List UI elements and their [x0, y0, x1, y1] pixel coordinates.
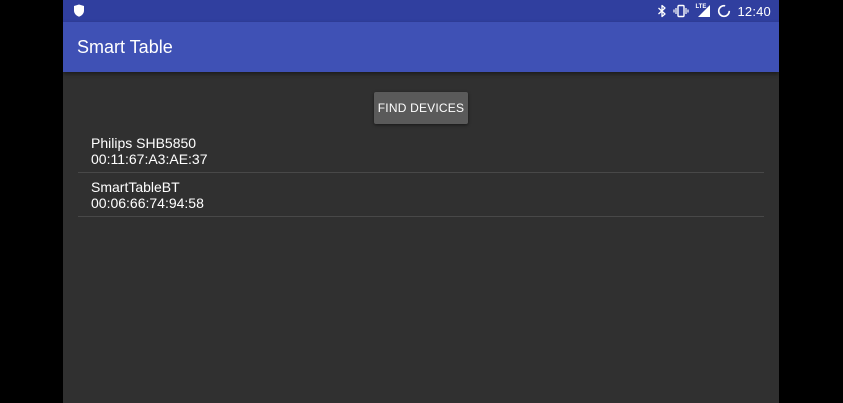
status-icons: LTE 12:40: [657, 0, 771, 22]
bluetooth-icon: [657, 4, 667, 18]
device-address: 00:06:66:74:94:58: [91, 195, 204, 211]
signal-icon: LTE: [695, 4, 711, 18]
shield-icon: [73, 4, 85, 22]
app-bar: Smart Table: [63, 22, 779, 72]
list-item[interactable]: SmartTableBT 00:06:66:74:94:58: [78, 173, 764, 217]
find-devices-button-label: FIND DEVICES: [377, 101, 465, 115]
status-bar: LTE 12:40: [63, 0, 779, 22]
device-name: Philips SHB5850: [91, 135, 197, 151]
app-title: Smart Table: [77, 37, 173, 57]
vibrate-icon: [673, 4, 690, 18]
find-devices-button[interactable]: FIND DEVICES: [374, 92, 468, 124]
device-list: Philips SHB5850 00:11:67:A3:AE:37 SmartT…: [78, 129, 764, 217]
main-content: FIND DEVICES Philips SHB5850 00:11:67:A3…: [63, 72, 779, 403]
battery-charging-icon: [717, 4, 731, 18]
status-time: 12:40: [737, 3, 771, 19]
list-item[interactable]: Philips SHB5850 00:11:67:A3:AE:37: [78, 129, 764, 173]
device-screen: LTE 12:40 Smart Table FIND DEVICES Phili…: [63, 0, 779, 403]
device-address: 00:11:67:A3:AE:37: [91, 151, 208, 167]
device-name: SmartTableBT: [91, 179, 180, 195]
